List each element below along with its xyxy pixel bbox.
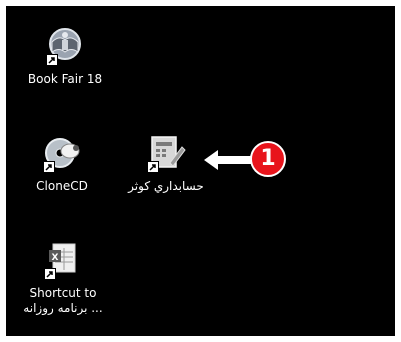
cd-sheep-icon: [42, 133, 82, 173]
icon-label: Book Fair 18: [27, 72, 103, 86]
desktop: Book Fair 18 CloneCD حسابداري کوثر X Sho…: [6, 6, 395, 336]
callout-annotation: 1: [202, 141, 288, 179]
shortcut-arrow-icon: [46, 54, 58, 66]
svg-text:X: X: [52, 253, 59, 263]
shortcut-arrow-icon: [43, 161, 55, 173]
icon-label: CloneCD: [36, 179, 88, 193]
excel-file-icon: X: [43, 240, 83, 280]
icon-label: Shortcut to ... برنامه روزانه: [15, 286, 111, 316]
desktop-icon-book-fair[interactable]: Book Fair 18: [17, 26, 113, 87]
globe-book-icon: [45, 26, 85, 66]
shortcut-arrow-icon: [147, 161, 159, 173]
icon-label-line: Shortcut to: [29, 286, 97, 300]
accounting-doc-icon: [146, 133, 186, 173]
icon-label-line: ... برنامه روزانه: [23, 301, 103, 315]
desktop-icon-clonecd[interactable]: CloneCD: [14, 133, 110, 194]
shortcut-arrow-icon: [44, 268, 56, 280]
callout-number-badge: 1: [250, 141, 286, 177]
arrow-left-icon: [204, 150, 252, 170]
desktop-icon-excel-shortcut[interactable]: X Shortcut to ... برنامه روزانه: [15, 240, 111, 316]
icon-label: حسابداري کوثر: [128, 179, 204, 193]
desktop-icon-accounting[interactable]: حسابداري کوثر: [118, 133, 214, 194]
